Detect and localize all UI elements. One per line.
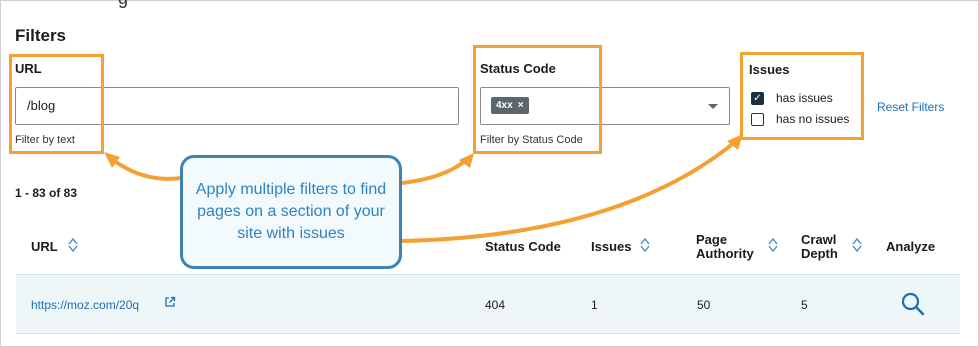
callout-text: Apply multiple filters to find pages on … <box>195 181 387 242</box>
annotation-arrows <box>104 134 743 243</box>
callout-bubble: Apply multiple filters to find pages on … <box>180 155 402 269</box>
